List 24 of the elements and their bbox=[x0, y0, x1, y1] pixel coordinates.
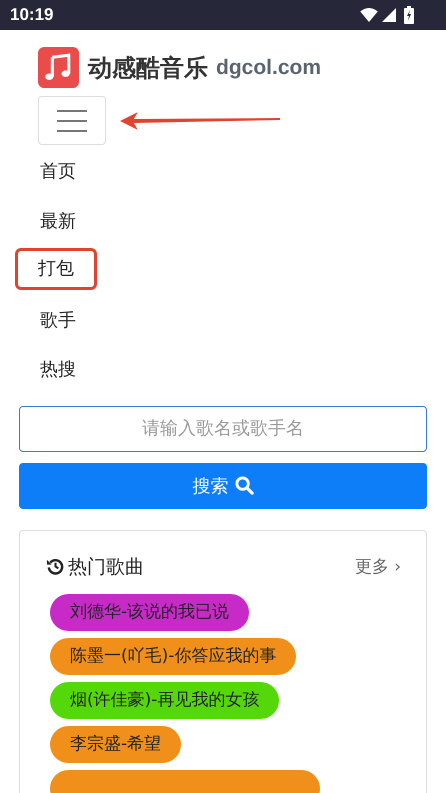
section-title: 热门歌曲 bbox=[68, 554, 144, 580]
song-tag[interactable]: 刘德华-该说的我已说 bbox=[50, 594, 250, 630]
song-tag[interactable]: 陈墨一(吖毛)-你答应我的事 bbox=[50, 638, 296, 674]
status-time: 10:19 bbox=[10, 5, 54, 25]
music-note-icon bbox=[38, 47, 79, 88]
search-field[interactable]: 请输入歌名或歌手名 bbox=[19, 406, 427, 452]
search-button[interactable]: 搜索 bbox=[19, 462, 427, 508]
more-link[interactable]: 更多 › bbox=[354, 555, 401, 578]
nav-link[interactable]: 热搜 bbox=[15, 343, 101, 392]
song-tag[interactable]: 烟(许佳豪)-再见我的女孩 bbox=[50, 682, 280, 718]
signal-icon bbox=[382, 8, 396, 22]
history-icon bbox=[46, 557, 65, 576]
search-icon bbox=[234, 476, 254, 495]
wifi-icon bbox=[360, 8, 378, 22]
nav-link[interactable]: 首页 bbox=[15, 145, 101, 194]
site-domain: dgcol.com bbox=[216, 56, 322, 80]
menu-icon bbox=[57, 110, 87, 132]
song-tag[interactable]: 李宗盛-希望 bbox=[50, 726, 182, 762]
nav-link[interactable]: 打包 bbox=[15, 248, 97, 290]
battery-icon bbox=[404, 6, 414, 24]
site-name: 动感酷音乐 bbox=[88, 52, 208, 84]
nav-link[interactable]: 歌手 bbox=[15, 294, 101, 343]
nav-link[interactable]: 最新 bbox=[15, 194, 101, 244]
menu-button[interactable] bbox=[38, 96, 106, 145]
